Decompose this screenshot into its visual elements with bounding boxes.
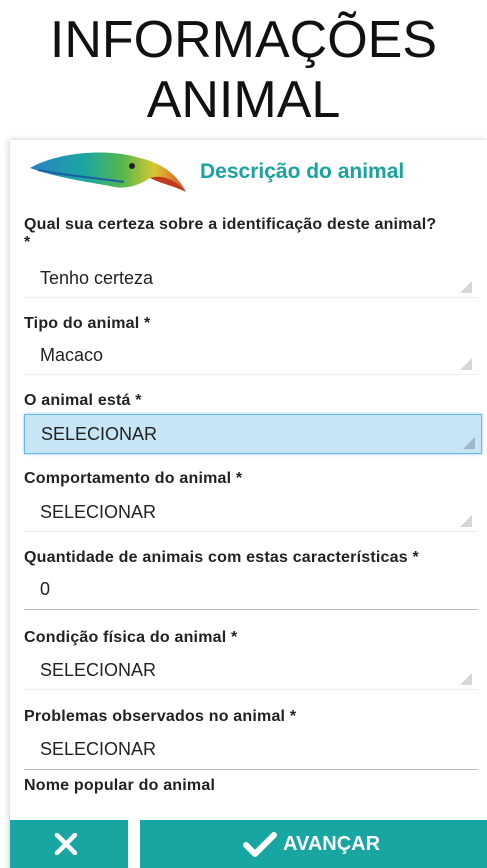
comportamento-select[interactable]: SELECIONAR <box>24 494 478 532</box>
comportamento-label: Comportamento do animal * <box>24 470 243 487</box>
certeza-select[interactable]: Tenho certeza <box>24 260 478 298</box>
certeza-value: Tenho certeza <box>40 268 154 288</box>
dropdown-corner-icon <box>460 358 472 370</box>
cancel-button[interactable] <box>10 820 128 868</box>
dropdown-corner-icon <box>460 515 472 527</box>
card-title: Descrição do animal <box>200 160 405 183</box>
comportamento-value: SELECIONAR <box>40 502 157 522</box>
certeza-label-text: Qual sua certeza sobre a identificação d… <box>24 216 437 233</box>
condicao-label: Condição física do animal * <box>24 629 238 646</box>
next-button[interactable]: AVANÇAR <box>140 820 487 868</box>
estado-value: SELECIONAR <box>41 424 158 444</box>
dropdown-corner-icon <box>460 673 472 685</box>
bird-logo-icon <box>30 152 186 192</box>
tipo-label: Tipo do animal * <box>24 315 151 332</box>
quantidade-input[interactable]: 0 <box>24 570 478 610</box>
tipo-value: Macaco <box>40 345 104 365</box>
certeza-label: Qual sua certeza sobre a identificação d… <box>24 216 479 252</box>
quantidade-label: Quantidade de animais com estas caracter… <box>24 549 419 566</box>
problemas-value: SELECIONAR <box>40 739 157 759</box>
quantidade-value: 0 <box>40 579 51 599</box>
certeza-required-mark: * <box>24 234 31 251</box>
close-icon <box>54 833 78 855</box>
page-title-line1: INFORMAÇÕES <box>49 11 438 69</box>
tipo-select[interactable]: Macaco <box>24 337 478 375</box>
problemas-label: Problemas observados no animal * <box>24 708 297 725</box>
problemas-select[interactable]: SELECIONAR <box>24 730 478 770</box>
estado-label: O animal está * <box>24 392 142 409</box>
check-icon <box>243 832 277 857</box>
nome-popular-label: Nome popular do animal <box>24 777 216 794</box>
screen: INFORMAÇÕES ANIMAL Descrição do animal Q… <box>0 0 487 868</box>
estado-select[interactable]: SELECIONAR <box>24 414 482 454</box>
dropdown-corner-icon <box>463 437 475 449</box>
page-title-line2: ANIMAL <box>146 71 341 129</box>
dropdown-corner-icon <box>460 281 472 293</box>
condicao-value: SELECIONAR <box>40 660 157 680</box>
condicao-select[interactable]: SELECIONAR <box>24 652 478 690</box>
next-button-label: AVANÇAR <box>283 833 381 855</box>
page-header: INFORMAÇÕES ANIMAL <box>0 0 487 140</box>
